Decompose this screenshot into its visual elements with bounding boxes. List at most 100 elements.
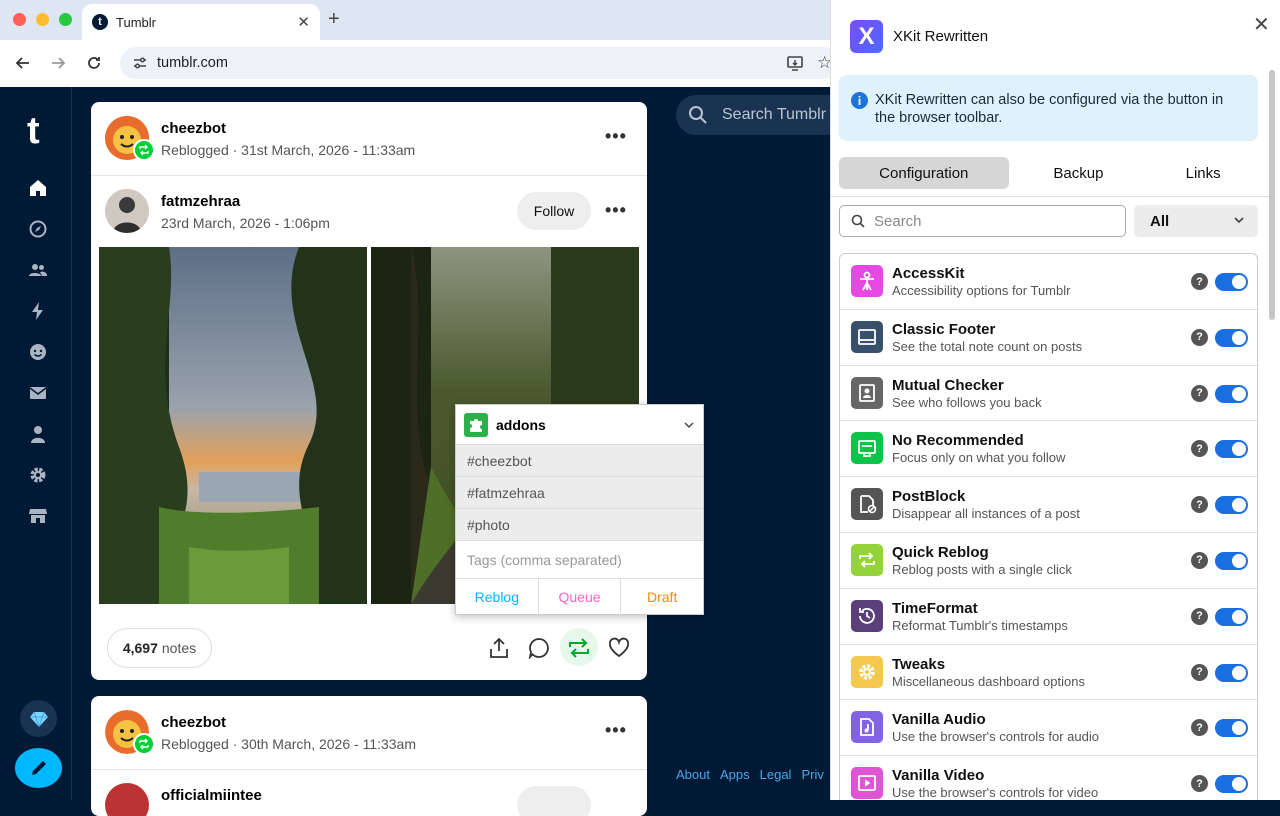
feature-description: Accessibility options for Tumblr	[892, 283, 1071, 298]
share-icon[interactable]	[487, 636, 511, 660]
post-timestamp[interactable]: 23rd March, 2026 - 1:06pm	[161, 215, 330, 231]
more-options-icon[interactable]: •••	[605, 720, 627, 741]
history-icon	[851, 599, 883, 632]
tab-backup[interactable]: Backup	[1009, 157, 1149, 189]
reblogger-name[interactable]: cheezbot	[161, 714, 226, 731]
search-placeholder: Search Tumblr	[722, 106, 827, 123]
browser-tab[interactable]: t Tumblr ✕	[82, 4, 320, 40]
tab-configuration[interactable]: Configuration	[839, 157, 1009, 189]
xkit-side-panel: X XKit Rewritten ✕ i XKit Rewritten can …	[830, 0, 1280, 800]
feature-description: Use the browser's controls for audio	[892, 729, 1099, 745]
feature-toggle[interactable]	[1215, 663, 1248, 682]
reblog-button[interactable]: Reblog	[456, 579, 539, 615]
reblog-meta[interactable]: Reblogged · 30th March, 2026 - 11:33am	[161, 736, 416, 752]
tab-links[interactable]: Links	[1148, 157, 1258, 189]
reblog-meta[interactable]: Reblogged · 31st March, 2026 - 11:33am	[161, 142, 415, 158]
feature-toggle[interactable]	[1215, 719, 1248, 738]
reblog-badge-icon	[133, 139, 155, 161]
feature-toggle[interactable]	[1215, 273, 1248, 291]
feature-toggle[interactable]	[1215, 775, 1248, 794]
author-name[interactable]: fatmzehraa	[161, 193, 240, 210]
inbox-mail-icon[interactable]	[27, 382, 49, 404]
reblog-icon[interactable]	[567, 636, 591, 660]
feature-toggle[interactable]	[1215, 607, 1248, 626]
more-options-icon[interactable]: •••	[605, 200, 627, 221]
follow-button[interactable]	[517, 786, 591, 816]
footer-link-legal[interactable]: Legal	[760, 767, 792, 782]
help-icon[interactable]: ?	[1191, 496, 1208, 514]
compose-post-button[interactable]	[15, 748, 62, 788]
home-icon[interactable]	[27, 177, 49, 199]
blog-selector[interactable]: addons	[456, 405, 703, 445]
help-icon[interactable]: ?	[1191, 719, 1208, 737]
help-icon[interactable]: ?	[1191, 440, 1208, 458]
more-options-icon[interactable]: •••	[605, 126, 627, 147]
premium-gem-icon[interactable]	[20, 700, 57, 737]
feature-row: Mutual Checker See who follows you back …	[840, 366, 1257, 422]
footer-link-privacy[interactable]: Priv	[801, 767, 823, 782]
install-app-icon[interactable]	[786, 54, 804, 72]
contact-icon	[851, 376, 883, 409]
feature-filter-select[interactable]: All	[1134, 205, 1258, 237]
help-icon[interactable]: ?	[1191, 607, 1208, 625]
communities-icon[interactable]	[27, 259, 49, 281]
activity-bolt-icon[interactable]	[27, 300, 49, 322]
maximize-window-button[interactable]	[59, 13, 72, 26]
url-text: tumblr.com	[157, 55, 228, 71]
tag-suggestion[interactable]: #fatmzehraa	[456, 477, 703, 509]
panel-scrollbar[interactable]	[1269, 70, 1275, 320]
author-avatar[interactable]	[105, 189, 149, 233]
tag-suggestion[interactable]: #photo	[456, 509, 703, 541]
explore-compass-icon[interactable]	[27, 218, 49, 240]
feature-description: Reformat Tumblr's timestamps	[892, 617, 1068, 633]
feature-toggle[interactable]	[1215, 440, 1248, 459]
author-name[interactable]: officialmiintee	[161, 787, 262, 804]
tumblr-logo[interactable]: t	[27, 110, 40, 153]
feature-row: No Recommended Focus only on what you fo…	[840, 421, 1257, 478]
like-heart-icon[interactable]	[607, 636, 631, 660]
help-icon[interactable]: ?	[1191, 663, 1208, 681]
help-icon[interactable]: ?	[1191, 384, 1208, 402]
tag-suggestion[interactable]: #cheezbot	[456, 445, 703, 477]
account-person-icon[interactable]	[27, 423, 49, 445]
post-photo-sunset[interactable]	[99, 247, 367, 604]
site-settings-icon[interactable]	[132, 55, 148, 71]
footer-link-apps[interactable]: Apps	[720, 767, 750, 782]
footer-link-about[interactable]: About	[676, 767, 710, 782]
queue-button[interactable]: Queue	[539, 579, 622, 615]
feature-search-input[interactable]: Search	[839, 205, 1126, 237]
footer-icon	[851, 320, 883, 353]
feature-toggle[interactable]	[1215, 551, 1248, 570]
close-panel-icon[interactable]: ✕	[1253, 12, 1270, 37]
close-window-button[interactable]	[13, 13, 26, 26]
follow-button[interactable]: Follow	[517, 192, 591, 230]
forward-arrow-icon[interactable]	[47, 52, 69, 74]
help-icon[interactable]: ?	[1191, 775, 1208, 793]
feature-toggle[interactable]	[1215, 496, 1248, 515]
feature-toggle[interactable]	[1215, 384, 1248, 403]
back-arrow-icon[interactable]	[12, 52, 34, 74]
minimize-window-button[interactable]	[36, 13, 49, 26]
help-icon[interactable]: ?	[1191, 273, 1208, 290]
block-post-icon	[851, 488, 883, 521]
audio-icon	[851, 711, 883, 744]
reblogger-name[interactable]: cheezbot	[161, 120, 226, 137]
reply-comment-icon[interactable]	[527, 636, 551, 660]
new-tab-button[interactable]: +	[328, 8, 340, 31]
messaging-icon[interactable]	[27, 341, 49, 363]
help-icon[interactable]: ?	[1191, 328, 1208, 346]
draft-button[interactable]: Draft	[621, 579, 703, 615]
info-icon: i	[851, 92, 868, 109]
address-bar[interactable]: tumblr.com ☆	[120, 47, 840, 79]
notes-count: 4,697	[122, 640, 158, 656]
feature-name: Vanilla Video	[892, 767, 985, 785]
help-icon[interactable]: ?	[1191, 551, 1208, 569]
settings-gear-icon[interactable]	[27, 464, 49, 486]
tumblr-shop-icon[interactable]	[27, 505, 49, 527]
close-tab-icon[interactable]: ✕	[297, 13, 310, 31]
feature-toggle[interactable]	[1215, 328, 1248, 347]
tags-input[interactable]: Tags (comma separated)	[456, 541, 703, 579]
divider	[91, 769, 647, 770]
reload-icon[interactable]	[83, 52, 105, 74]
notes-count-button[interactable]: 4,697 notes	[107, 628, 212, 668]
